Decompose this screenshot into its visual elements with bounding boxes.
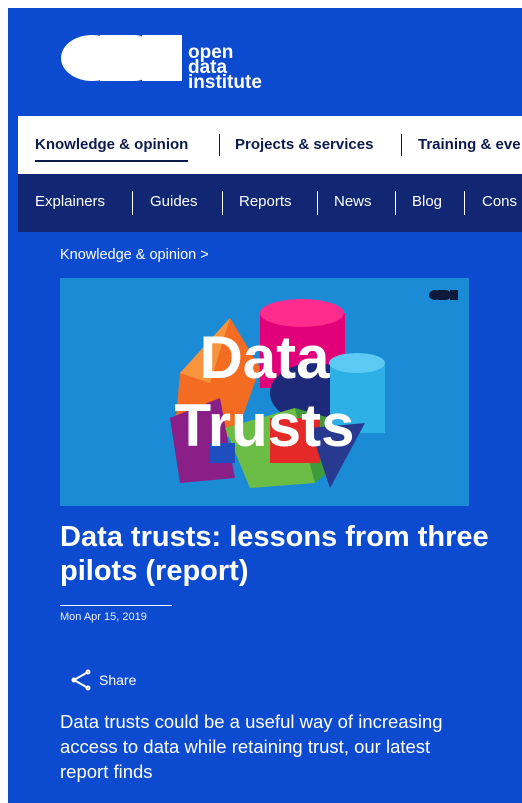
- subnav-divider: [222, 191, 223, 215]
- nav-knowledge-opinion[interactable]: Knowledge & opinion: [35, 136, 189, 162]
- primary-nav: Knowledge & opinion Projects & services …: [18, 116, 522, 174]
- share-button[interactable]: Share: [70, 668, 136, 692]
- nav-training-events[interactable]: Training & eve: [418, 136, 521, 153]
- odi-logo-mark: [61, 35, 182, 81]
- odi-logo[interactable]: open data institute: [60, 26, 300, 93]
- share-icon: [71, 669, 91, 691]
- subnav-explainers[interactable]: Explainers: [35, 193, 105, 210]
- subnav-cons[interactable]: Cons: [482, 193, 517, 210]
- hero-odi-mark: [429, 288, 459, 306]
- subnav-guides[interactable]: Guides: [150, 193, 198, 210]
- subnav-divider: [317, 191, 318, 215]
- subnav-blog[interactable]: Blog: [412, 193, 442, 210]
- subnav-divider: [395, 191, 396, 215]
- nav-projects-services[interactable]: Projects & services: [235, 136, 373, 153]
- hero-image: Data Trusts: [60, 278, 469, 506]
- nav-divider: [401, 134, 402, 156]
- share-label: Share: [99, 672, 137, 688]
- article-summary: Data trusts could be a useful way of inc…: [60, 711, 443, 782]
- subnav-divider: [132, 191, 133, 215]
- date-divider: [60, 605, 172, 606]
- subnav-divider: [464, 191, 465, 215]
- subnav-news[interactable]: News: [334, 193, 372, 210]
- hero-title-line1: Data: [199, 324, 330, 391]
- nav-divider: [219, 134, 220, 156]
- logo-line-institute: institute: [188, 72, 262, 93]
- secondary-nav: Explainers Guides Reports News Blog Cons: [18, 174, 522, 232]
- subnav-reports[interactable]: Reports: [239, 193, 292, 210]
- article-date: Mon Apr 15, 2019: [60, 611, 147, 623]
- article-title: Data trusts: lessons from three pilots (…: [60, 521, 489, 587]
- breadcrumb[interactable]: Knowledge & opinion >: [60, 247, 209, 263]
- hero-title-line2: Trusts: [174, 392, 355, 459]
- page-frame: open data institute Knowledge & opinion …: [8, 8, 522, 803]
- logo-wordmark: open data institute: [188, 43, 262, 93]
